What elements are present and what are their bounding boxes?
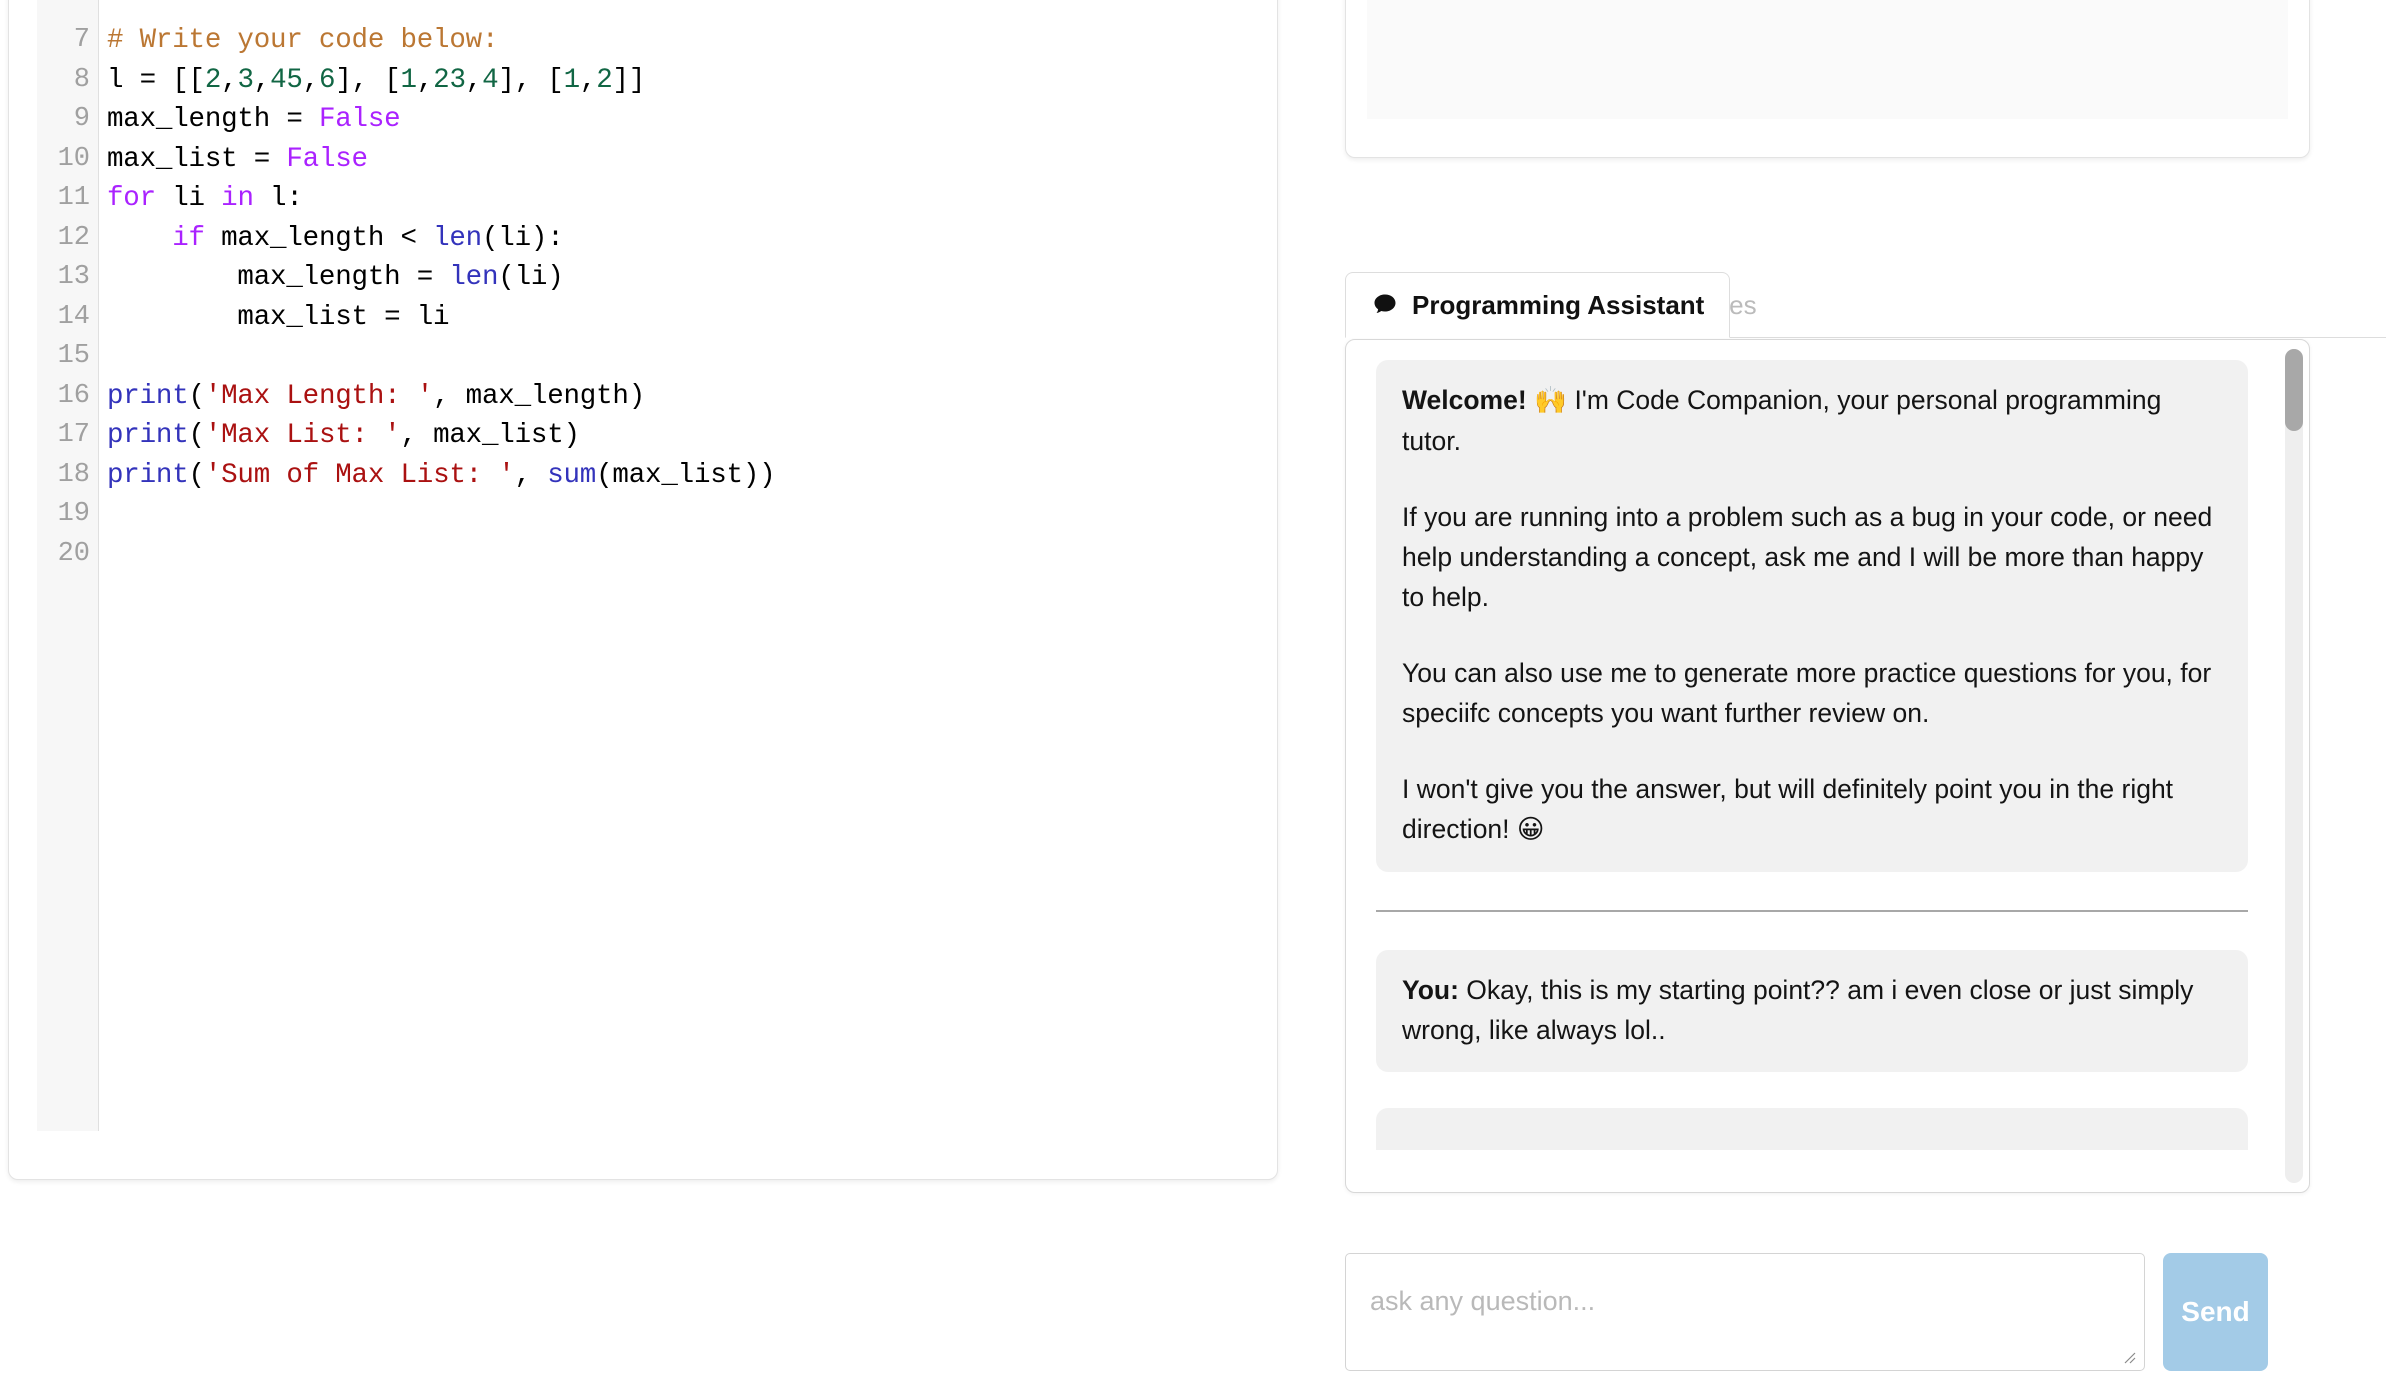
code-line[interactable]: max_length = len(li) bbox=[107, 258, 1267, 298]
chat-scrollbar-thumb[interactable] bbox=[2285, 349, 2303, 431]
assistant-paragraph: Welcome! 🙌 I'm Code Companion, your pers… bbox=[1402, 380, 2222, 461]
panel-tab-bar: Programming Assistant Test Cases bbox=[1345, 272, 2386, 338]
assistant-paragraph: I won't give you the answer, but will de… bbox=[1402, 769, 2222, 850]
code-line[interactable] bbox=[107, 495, 1267, 535]
code-editor[interactable]: 7 8 9 10 11 12 13 14 15 16 17 18 19 20 #… bbox=[37, 0, 1267, 1131]
welcome-bold-prefix: Welcome! bbox=[1402, 385, 1527, 415]
chat-scrollbar[interactable] bbox=[2285, 349, 2303, 1183]
chat-bubble-icon bbox=[1371, 291, 1399, 319]
user-sender-label: You: bbox=[1402, 975, 1459, 1005]
grinning-face-emoji: 😀 bbox=[1516, 814, 1545, 845]
code-line[interactable]: max_length = False bbox=[107, 100, 1267, 140]
code-line[interactable]: max_list = li bbox=[107, 298, 1267, 338]
user-paragraph: You: Okay, this is my starting point?? a… bbox=[1402, 970, 2222, 1050]
line-number: 12 bbox=[57, 222, 90, 253]
code-editor-card: 7 8 9 10 11 12 13 14 15 16 17 18 19 20 #… bbox=[8, 0, 1278, 1180]
code-line[interactable]: print('Max List: ', max_list) bbox=[107, 416, 1267, 456]
chat-panel: Welcome! 🙌 I'm Code Companion, your pers… bbox=[1345, 339, 2310, 1193]
line-number: 15 bbox=[57, 341, 90, 371]
code-text-area[interactable]: # Write your code below: l = [[2,3,45,6]… bbox=[99, 0, 1267, 1131]
line-number-gutter: 7 8 9 10 11 12 13 14 15 16 17 18 19 20 bbox=[37, 0, 99, 1131]
user-message-bubble: You: Okay, this is my starting point?? a… bbox=[1376, 950, 2248, 1072]
line-number: 17 bbox=[57, 420, 90, 450]
output-console-area bbox=[1367, 0, 2288, 119]
tab-label: Programming Assistant bbox=[1412, 289, 1705, 320]
message-divider bbox=[1376, 910, 2248, 912]
assistant-paragraph: If you are running into a problem such a… bbox=[1402, 502, 2213, 612]
line-number: 7 bbox=[73, 25, 90, 55]
line-number: 11 bbox=[57, 183, 90, 213]
code-line[interactable]: if max_length < len(li): bbox=[107, 219, 1267, 259]
next-message-bubble-partial bbox=[1376, 1108, 2248, 1150]
line-number: 13 bbox=[57, 262, 90, 292]
code-line[interactable] bbox=[107, 337, 1267, 377]
line-number: 8 bbox=[73, 64, 90, 95]
code-line[interactable]: print('Sum of Max List: ', sum(max_list)… bbox=[107, 456, 1267, 496]
code-line[interactable]: # Write your code below: bbox=[107, 21, 1267, 61]
raising-hands-emoji: 🙌 bbox=[1534, 385, 1568, 416]
code-line[interactable]: max_list = False bbox=[107, 140, 1267, 180]
line-number: 19 bbox=[57, 499, 90, 529]
code-line[interactable] bbox=[107, 535, 1267, 575]
chat-message-list: Welcome! 🙌 I'm Code Companion, your pers… bbox=[1346, 340, 2309, 1192]
line-number: 9 bbox=[73, 104, 90, 134]
code-token-comment: # Write your code below: bbox=[107, 25, 499, 56]
tab-programming-assistant[interactable]: Programming Assistant bbox=[1345, 272, 1731, 338]
user-message-text: Okay, this is my starting point?? am i e… bbox=[1402, 975, 2194, 1045]
line-number: 10 bbox=[57, 143, 90, 174]
output-console-card bbox=[1345, 0, 2310, 158]
assistant-message-bubble: Welcome! 🙌 I'm Code Companion, your pers… bbox=[1376, 360, 2248, 872]
code-line[interactable]: for li in l: bbox=[107, 179, 1267, 219]
assistant-paragraph: You can also use me to generate more pra… bbox=[1402, 658, 2212, 728]
code-line[interactable]: print('Max Length: ', max_length) bbox=[107, 377, 1267, 417]
line-number: 20 bbox=[57, 538, 90, 569]
code-line[interactable]: l = [[2,3,45,6], [1,23,4], [1,2]] bbox=[107, 61, 1267, 101]
send-button[interactable]: Send bbox=[2163, 1253, 2268, 1371]
line-number: 16 bbox=[57, 380, 90, 411]
line-number: 18 bbox=[57, 459, 90, 490]
question-input[interactable] bbox=[1345, 1253, 2145, 1371]
line-number: 14 bbox=[57, 301, 90, 332]
